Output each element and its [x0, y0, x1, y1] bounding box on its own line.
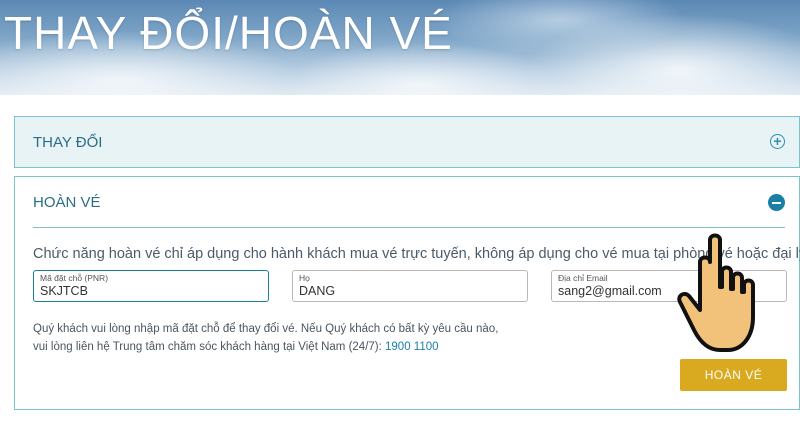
- pnr-field[interactable]: Mã đặt chỗ (PNR): [33, 270, 269, 302]
- email-label: Địa chỉ Email: [558, 273, 608, 283]
- last-name-field[interactable]: Họ: [292, 270, 528, 302]
- help-line-2: vui lòng liên hệ Trung tâm chăm sóc khác…: [33, 341, 386, 353]
- section-change[interactable]: THAY ĐỔI +: [14, 116, 800, 168]
- section-refund-label[interactable]: HOÀN VÉ: [33, 194, 101, 211]
- section-divider: [33, 227, 785, 228]
- pnr-input[interactable]: [40, 284, 260, 298]
- help-line-1: Quý khách vui lòng nhập mã đặt chỗ để th…: [33, 323, 499, 335]
- hotline-link[interactable]: 1900 1100: [385, 341, 439, 353]
- minus-circle-icon[interactable]: [768, 194, 785, 211]
- plus-circle-icon[interactable]: +: [770, 134, 785, 149]
- pnr-label: Mã đặt chỗ (PNR): [40, 273, 109, 283]
- page-title: THAY ĐỔI/HOÀN VÉ: [4, 7, 453, 59]
- hero-banner: THAY ĐỔI/HOÀN VÉ: [0, 0, 800, 95]
- section-change-label[interactable]: THAY ĐỔI: [33, 134, 102, 151]
- help-text: Quý khách vui lòng nhập mã đặt chỗ để th…: [33, 320, 498, 356]
- last-name-label: Họ: [299, 273, 310, 283]
- last-name-input[interactable]: [299, 284, 519, 298]
- pointing-hand-icon: [677, 233, 755, 352]
- refund-submit-button[interactable]: HOÀN VÉ: [680, 359, 787, 391]
